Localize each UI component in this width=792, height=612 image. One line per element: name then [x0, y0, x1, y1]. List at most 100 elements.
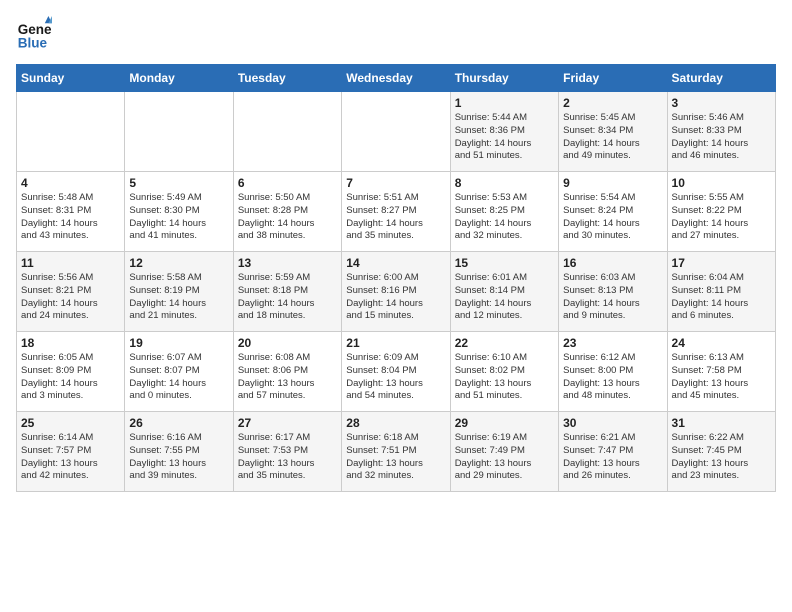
day-info: Sunrise: 6:05 AM Sunset: 8:09 PM Dayligh…	[21, 352, 120, 403]
day-number: 31	[672, 416, 771, 430]
day-number: 15	[455, 256, 554, 270]
day-header-wednesday: Wednesday	[342, 65, 450, 92]
day-number: 12	[129, 256, 228, 270]
day-number: 6	[238, 176, 337, 190]
calendar-cell: 26Sunrise: 6:16 AM Sunset: 7:55 PM Dayli…	[125, 412, 233, 492]
day-number: 9	[563, 176, 662, 190]
calendar-cell: 13Sunrise: 5:59 AM Sunset: 8:18 PM Dayli…	[233, 252, 341, 332]
day-number: 22	[455, 336, 554, 350]
day-header-sunday: Sunday	[17, 65, 125, 92]
day-number: 29	[455, 416, 554, 430]
calendar-cell: 20 Sunrise: 6:08 AM Sunset: 8:06 PM Dayli…	[233, 332, 341, 412]
calendar-cell: 7 Sunrise: 5:51 AM Sunset: 8:27 PM Daylig…	[342, 172, 450, 252]
day-number: 3	[672, 96, 771, 110]
calendar-cell: 24 Sunrise: 6:13 AM Sunset: 7:58 PM Dayli…	[667, 332, 775, 412]
calendar-cell: 11 Sunrise: 5:56 AM Sunset: 8:21 PM Dayli…	[17, 252, 125, 332]
day-info: Sunrise: 5:53 AM Sunset: 8:25 PM Dayligh…	[455, 192, 554, 243]
calendar-week-4: 18 Sunrise: 6:05 AM Sunset: 8:09 PM Dayli…	[17, 332, 776, 412]
day-number: 11	[21, 256, 120, 270]
day-info: Sunrise: 6:04 AM Sunset: 8:11 PM Dayligh…	[672, 272, 771, 323]
calendar-cell: 21 Sunrise: 6:09 AM Sunset: 8:04 PM Dayli…	[342, 332, 450, 412]
day-number: 20	[238, 336, 337, 350]
calendar-cell: 1 Sunrise: 5:44 AM Sunset: 8:36 PM Daylig…	[450, 92, 558, 172]
day-number: 4	[21, 176, 120, 190]
calendar-cell: 12 Sunrise: 5:58 AM Sunset: 8:19 PM Dayli…	[125, 252, 233, 332]
day-info: Sunrise: 6:09 AM Sunset: 8:04 PM Dayligh…	[346, 352, 445, 403]
calendar-cell	[342, 92, 450, 172]
logo: General Blue	[16, 16, 56, 52]
day-number: 27	[238, 416, 337, 430]
day-header-friday: Friday	[559, 65, 667, 92]
day-info: Sunrise: 6:21 AM Sunset: 7:47 PM Dayligh…	[563, 432, 662, 483]
calendar-cell: 9 Sunrise: 5:54 AM Sunset: 8:24 PM Daylig…	[559, 172, 667, 252]
day-number: 30	[563, 416, 662, 430]
day-info: Sunrise: 5:44 AM Sunset: 8:36 PM Dayligh…	[455, 112, 554, 163]
calendar-cell: 27 Sunrise: 6:17 AM Sunset: 7:53 PM Dayli…	[233, 412, 341, 492]
day-info: Sunrise: 6:10 AM Sunset: 8:02 PM Dayligh…	[455, 352, 554, 403]
day-number: 10	[672, 176, 771, 190]
calendar-cell: 31 Sunrise: 6:22 AM Sunset: 7:45 PM Dayli…	[667, 412, 775, 492]
day-info: Sunrise: 5:56 AM Sunset: 8:21 PM Dayligh…	[21, 272, 120, 323]
calendar-cell: 30 Sunrise: 6:21 AM Sunset: 7:47 PM Dayli…	[559, 412, 667, 492]
day-number: 8	[455, 176, 554, 190]
day-info: Sunrise: 5:54 AM Sunset: 8:24 PM Dayligh…	[563, 192, 662, 243]
calendar-cell: 15 Sunrise: 6:01 AM Sunset: 8:14 PM Dayli…	[450, 252, 558, 332]
day-number: 5	[129, 176, 228, 190]
calendar-cell: 2Sunrise: 5:45 AM Sunset: 8:34 PM Daylig…	[559, 92, 667, 172]
day-header-monday: Monday	[125, 65, 233, 92]
calendar-week-2: 4 Sunrise: 5:48 AM Sunset: 8:31 PM Daylig…	[17, 172, 776, 252]
day-info: Sunrise: 6:17 AM Sunset: 7:53 PM Dayligh…	[238, 432, 337, 483]
day-info: Sunrise: 6:07 AM Sunset: 8:07 PM Dayligh…	[129, 352, 228, 403]
svg-text:Blue: Blue	[18, 36, 48, 51]
day-info: Sunrise: 6:13 AM Sunset: 7:58 PM Dayligh…	[672, 352, 771, 403]
calendar-cell: 8 Sunrise: 5:53 AM Sunset: 8:25 PM Daylig…	[450, 172, 558, 252]
calendar-cell: 19 Sunrise: 6:07 AM Sunset: 8:07 PM Dayli…	[125, 332, 233, 412]
day-number: 14	[346, 256, 445, 270]
calendar-cell: 14 Sunrise: 6:00 AM Sunset: 8:16 PM Dayli…	[342, 252, 450, 332]
day-info: Sunrise: 5:46 AM Sunset: 8:33 PM Dayligh…	[672, 112, 771, 163]
day-info: Sunrise: 5:49 AM Sunset: 8:30 PM Dayligh…	[129, 192, 228, 243]
day-number: 16	[563, 256, 662, 270]
calendar-cell: 6 Sunrise: 5:50 AM Sunset: 8:28 PM Daylig…	[233, 172, 341, 252]
day-header-saturday: Saturday	[667, 65, 775, 92]
day-number: 19	[129, 336, 228, 350]
day-info: Sunrise: 6:08 AM Sunset: 8:06 PM Dayligh…	[238, 352, 337, 403]
calendar-cell: 5 Sunrise: 5:49 AM Sunset: 8:30 PM Daylig…	[125, 172, 233, 252]
calendar-cell: 16 Sunrise: 6:03 AM Sunset: 8:13 PM Dayli…	[559, 252, 667, 332]
calendar-week-1: 1 Sunrise: 5:44 AM Sunset: 8:36 PM Daylig…	[17, 92, 776, 172]
day-number: 18	[21, 336, 120, 350]
day-header-thursday: Thursday	[450, 65, 558, 92]
calendar-cell: 10 Sunrise: 5:55 AM Sunset: 8:22 PM Dayli…	[667, 172, 775, 252]
day-number: 7	[346, 176, 445, 190]
day-info: Sunrise: 6:03 AM Sunset: 8:13 PM Dayligh…	[563, 272, 662, 323]
calendar-cell	[233, 92, 341, 172]
day-number: 21	[346, 336, 445, 350]
calendar-cell	[125, 92, 233, 172]
logo-icon: General Blue	[16, 16, 52, 52]
day-info: Sunrise: 6:00 AM Sunset: 8:16 PM Dayligh…	[346, 272, 445, 323]
calendar-cell: 23Sunrise: 6:12 AM Sunset: 8:00 PM Dayli…	[559, 332, 667, 412]
day-info: Sunrise: 5:58 AM Sunset: 8:19 PM Dayligh…	[129, 272, 228, 323]
calendar-cell: 28Sunrise: 6:18 AM Sunset: 7:51 PM Dayli…	[342, 412, 450, 492]
day-number: 17	[672, 256, 771, 270]
day-info: Sunrise: 5:55 AM Sunset: 8:22 PM Dayligh…	[672, 192, 771, 243]
day-number: 26	[129, 416, 228, 430]
day-info: Sunrise: 6:14 AM Sunset: 7:57 PM Dayligh…	[21, 432, 120, 483]
day-info: Sunrise: 5:51 AM Sunset: 8:27 PM Dayligh…	[346, 192, 445, 243]
day-number: 2	[563, 96, 662, 110]
day-info: Sunrise: 5:48 AM Sunset: 8:31 PM Dayligh…	[21, 192, 120, 243]
day-info: Sunrise: 6:01 AM Sunset: 8:14 PM Dayligh…	[455, 272, 554, 323]
day-info: Sunrise: 5:50 AM Sunset: 8:28 PM Dayligh…	[238, 192, 337, 243]
day-number: 24	[672, 336, 771, 350]
day-info: Sunrise: 5:59 AM Sunset: 8:18 PM Dayligh…	[238, 272, 337, 323]
calendar-week-5: 25 Sunrise: 6:14 AM Sunset: 7:57 PM Dayli…	[17, 412, 776, 492]
calendar-cell: 4 Sunrise: 5:48 AM Sunset: 8:31 PM Daylig…	[17, 172, 125, 252]
day-header-tuesday: Tuesday	[233, 65, 341, 92]
calendar-cell: 18 Sunrise: 6:05 AM Sunset: 8:09 PM Dayli…	[17, 332, 125, 412]
calendar-table: SundayMondayTuesdayWednesdayThursdayFrid…	[16, 64, 776, 492]
day-info: Sunrise: 6:22 AM Sunset: 7:45 PM Dayligh…	[672, 432, 771, 483]
day-number: 25	[21, 416, 120, 430]
page-header: General Blue	[16, 16, 776, 52]
calendar-header-row: SundayMondayTuesdayWednesdayThursdayFrid…	[17, 65, 776, 92]
day-number: 1	[455, 96, 554, 110]
